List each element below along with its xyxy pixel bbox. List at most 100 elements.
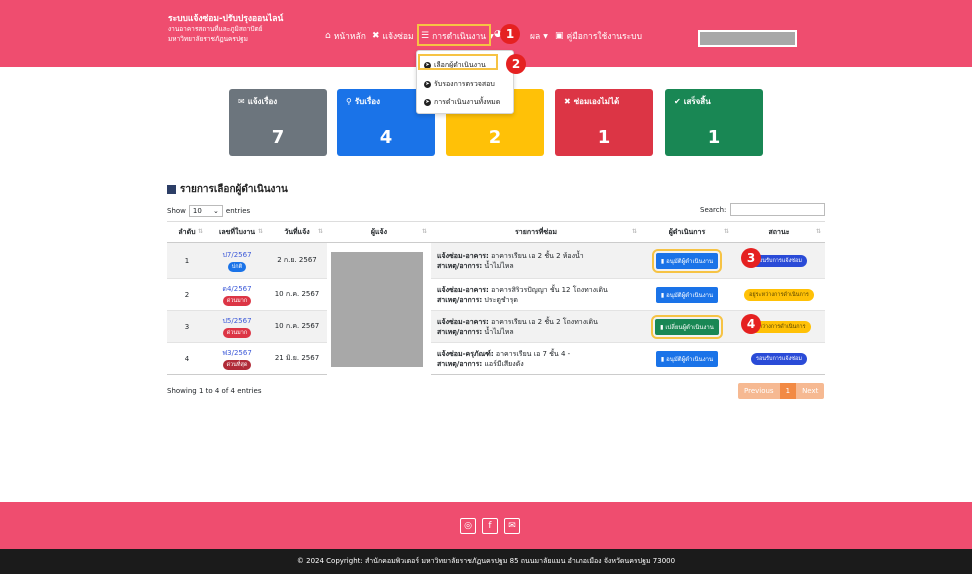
search-label: Search: <box>700 205 727 214</box>
cell-action: ▮ อนุมัติผู้ดำเนินงาน <box>641 278 733 311</box>
nav-result-label-wrap[interactable]: ผล ▼ <box>530 29 548 43</box>
table-row: 2 ด4/2567 ด่วนมาก 10 ก.ค. 2567 แจ้งซ่อม-… <box>167 278 825 311</box>
card-count: 7 <box>271 127 285 148</box>
col-header-job[interactable]: เลขที่ใบงาน ⇅ <box>207 221 267 243</box>
cell-item: แจ้งซ่อม-อาคาร: อาคารสิริวรปัญญา ชั้น 12… <box>431 278 641 311</box>
arrow-right-circle-icon: ➤ <box>424 99 431 106</box>
job-number-link[interactable]: ป5/2567 <box>207 316 267 327</box>
check-circle-icon: ✔ <box>674 96 681 106</box>
approve-operator-button[interactable]: ▮ อนุมัติผู้ดำเนินงาน <box>655 350 719 367</box>
entries-label: entries <box>225 207 251 215</box>
cell-no: 4 <box>167 342 207 375</box>
megaphone-icon: ✉ <box>238 96 245 106</box>
brand[interactable]: ระบบแจ้งซ่อม-ปรับปรุงออนไลน์ งานอาคารสถา… <box>168 14 283 44</box>
nav-operation-highlight <box>417 24 491 46</box>
dropdown-item-certify-inspection[interactable]: ➤ รับรองการตรวจสอบ <box>424 79 495 90</box>
cell-action: ▮ เปลี่ยนผู้ดำเนินงาน <box>641 310 733 343</box>
facebook-icon[interactable]: f <box>482 518 498 534</box>
change-operator-button[interactable]: ▮ เปลี่ยนผู้ดำเนินงาน <box>651 314 723 339</box>
arrow-right-circle-icon: ➤ <box>424 81 431 88</box>
nav-manual[interactable]: ▣ คู่มือการใช้งานระบบ <box>555 29 642 43</box>
col-header-status[interactable]: สถานะ ⇅ <box>733 221 825 243</box>
dropdown-item-all-operations[interactable]: ➤ การดำเนินงานทั้งหมด <box>424 97 500 108</box>
job-number-link[interactable]: ด4/2567 <box>207 284 267 295</box>
col-header-operator[interactable]: ผู้ดำเนินการ ⇅ <box>641 221 733 243</box>
callout-2: 2 <box>506 54 526 74</box>
operator-selection-table: ลำดับ ⇅ เลขที่ใบงาน ⇅ วันที่แจ้ง ⇅ ผู้แจ้ง ⇅… <box>167 221 825 375</box>
job-number-link[interactable]: ฟ3/2567 <box>207 348 267 359</box>
approve-operator-button[interactable]: ▮ อนุมัติผู้ดำเนินงาน <box>651 248 723 273</box>
card-count: 2 <box>488 127 502 148</box>
wrench-cross-icon: ✖ <box>564 96 571 106</box>
wrench-icon: ✖ <box>372 31 380 41</box>
mail-icon[interactable]: ✉ <box>504 518 520 534</box>
cell-status: รอนรับการแจ้งซ่อม <box>733 342 825 375</box>
cell-job: ด4/2567 ด่วนมาก <box>207 278 267 311</box>
status-badge: อยู่ระหว่างการดำเนินการ <box>744 288 814 301</box>
cell-no: 2 <box>167 278 207 311</box>
show-label: Show <box>167 207 186 215</box>
brand-university: มหาวิทยาลัยราชภัฏนครปฐม <box>168 35 248 43</box>
section-title: รายการเลือกผู้ดำเนินงาน <box>167 182 288 197</box>
card-reported[interactable]: ✉ แจ้งเรื่อง 7 <box>229 89 327 156</box>
card-label: เสร็จสิ้น <box>683 96 711 106</box>
entries-select[interactable]: 10 ⌄ <box>188 205 223 217</box>
user-account-redacted[interactable] <box>698 30 797 47</box>
nav-manual-label: คู่มือการใช้งานระบบ <box>566 32 642 42</box>
page-1-button[interactable]: 1 <box>779 383 797 399</box>
nav-home[interactable]: ⌂ หน้าหลัก <box>325 29 366 43</box>
search-user-icon: ⚲ <box>346 96 352 106</box>
nav-result-label: ผล <box>530 32 541 42</box>
card-count: 1 <box>707 127 721 148</box>
job-number-link[interactable]: ป7/2567 <box>207 250 267 261</box>
caret-down-icon: ▼ <box>543 32 548 40</box>
col-header-item[interactable]: รายการที่ซ่อม ⇅ <box>431 221 641 243</box>
approve-operator-button[interactable]: ▮ อนุมัติผู้ดำเนินงาน <box>655 286 719 303</box>
home-icon: ⌂ <box>325 31 331 41</box>
card-completed[interactable]: ✔ เสร็จสิ้น 1 <box>665 89 763 156</box>
cell-action: ▮ อนุมัติผู้ดำเนินงาน <box>641 242 733 279</box>
entries-length-control: Show 10 ⌄ entries <box>167 205 250 217</box>
brand-subtitle: งานอาคารสถานที่และภูมิสถาปัตย์ <box>168 25 263 33</box>
next-page-button[interactable]: Next <box>796 383 825 399</box>
cell-date: 10 ก.ค. 2567 <box>267 278 327 311</box>
table-row: 4 ฟ3/2567 ด่วนที่สุด 21 มิ.ย. 2567 แจ้งซ… <box>167 342 825 375</box>
card-header: ✔ เสร็จสิ้น <box>665 89 763 113</box>
col-header-reporter[interactable]: ผู้แจ้ง ⇅ <box>327 221 431 243</box>
nav-report[interactable]: ✖ แจ้งซ่อม <box>372 29 414 43</box>
sort-icon: ⇅ <box>815 228 821 235</box>
nav-home-label: หน้าหลัก <box>333 32 366 42</box>
col-header-no[interactable]: ลำดับ ⇅ <box>167 221 207 243</box>
previous-page-button[interactable]: Previous <box>738 383 780 399</box>
entries-select-value: 10 <box>192 207 202 215</box>
dropdown-highlight <box>418 54 498 70</box>
table-search: Search: <box>700 203 826 216</box>
pagination: Previous 1 Next <box>738 383 825 399</box>
urgency-badge: ด่วนมาก <box>222 327 252 338</box>
search-input[interactable] <box>730 203 826 216</box>
col-header-date[interactable]: วันที่แจ้ง ⇅ <box>267 221 327 243</box>
table-icon <box>167 185 176 194</box>
sort-icon: ⇅ <box>317 228 323 235</box>
book-icon: ▣ <box>555 31 564 41</box>
callout-3: 3 <box>741 248 761 268</box>
sort-icon: ⇅ <box>257 228 263 235</box>
sort-icon: ⇅ <box>197 228 203 235</box>
status-badge: รอนรับการแจ้งซ่อม <box>751 352 807 365</box>
sort-icon: ⇅ <box>723 228 729 235</box>
table-row: 1 ป7/2567 ปกติ 2 ก.ย. 2567 แจ้งซ่อม-อาคา… <box>167 242 825 375</box>
cell-item: แจ้งซ่อม-ครุภัณฑ์: อาคารเรียน เอ 7 ชั้น … <box>431 342 641 375</box>
table-info: Showing 1 to 4 of 4 entries <box>167 387 262 395</box>
card-count: 4 <box>379 127 393 148</box>
urgency-badge: ปกติ <box>227 261 247 272</box>
card-label: แจ้งเรื่อง <box>247 96 278 106</box>
cell-job: ฟ3/2567 ด่วนที่สุด <box>207 342 267 375</box>
cell-no: 3 <box>167 310 207 343</box>
chevron-down-icon: ⌄ <box>213 207 219 215</box>
callout-1: 1 <box>500 24 520 44</box>
cell-no: 1 <box>167 242 207 279</box>
sort-icon: ⇅ <box>631 228 637 235</box>
footer: ◎ f ✉ <box>0 502 972 549</box>
globe-icon[interactable]: ◎ <box>460 518 476 534</box>
card-cannot-repair[interactable]: ✖ ซ่อมเองไม่ได้ 1 <box>555 89 653 156</box>
